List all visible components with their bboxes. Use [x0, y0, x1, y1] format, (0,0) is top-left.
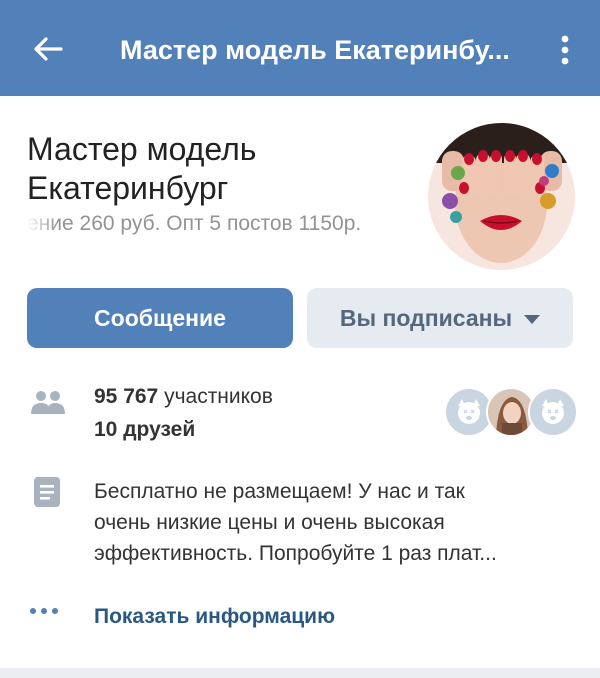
message-button[interactable]: Сообщение — [27, 288, 293, 348]
top-app-bar: Мастер модель Екатеринбу... — [0, 0, 600, 96]
friend-avatar-3[interactable] — [528, 387, 578, 437]
chevron-down-icon — [524, 314, 541, 324]
group-status-text: ение 260 руб. Опт 5 постов 1150р. — [27, 212, 362, 235]
group-name: Мастер модель Екатеринбург — [27, 130, 407, 208]
people-icon — [30, 390, 66, 416]
group-status: ение 260 руб. Опт 5 постов 1150р. — [27, 212, 400, 236]
description-line2: очень низкие цены и очень высокая — [94, 511, 445, 534]
more-options-button[interactable] — [548, 26, 582, 74]
page-title: Мастер модель Екатеринбу... — [120, 35, 510, 65]
members-count-value: 95 767 — [94, 385, 159, 408]
more-dots-icon — [30, 608, 58, 614]
show-info-link[interactable]: Показать информацию — [94, 605, 335, 629]
group-avatar-image — [428, 123, 575, 270]
message-button-label: Сообщение — [94, 304, 226, 331]
description-line1: Бесплатно не размещаем! У нас и так — [94, 480, 465, 503]
deactivated-dog-icon — [530, 389, 576, 435]
group-name-line1: Мастер модель — [27, 131, 257, 167]
subscribed-button-label: Вы подписаны — [339, 304, 513, 331]
more-vertical-icon — [561, 35, 569, 65]
subscribed-dropdown-button[interactable]: Вы подписаны — [307, 288, 573, 348]
friends-count[interactable]: 10 друзей — [94, 418, 195, 442]
group-avatar[interactable] — [428, 123, 575, 270]
arrow-left-icon — [34, 37, 63, 61]
group-name-line2: Екатеринбург — [27, 170, 229, 206]
members-count[interactable]: 95 767 участников — [94, 385, 273, 409]
description-line3: эффективность. Попробуйте 1 раз плат... — [94, 542, 497, 565]
document-icon — [33, 476, 61, 508]
group-card: Мастер модель Екатеринбург ение 260 руб.… — [0, 96, 600, 668]
back-button[interactable] — [22, 26, 74, 72]
group-description: Бесплатно не размещаем! У нас и так очен… — [94, 476, 554, 569]
members-count-suffix: участников — [158, 385, 273, 408]
